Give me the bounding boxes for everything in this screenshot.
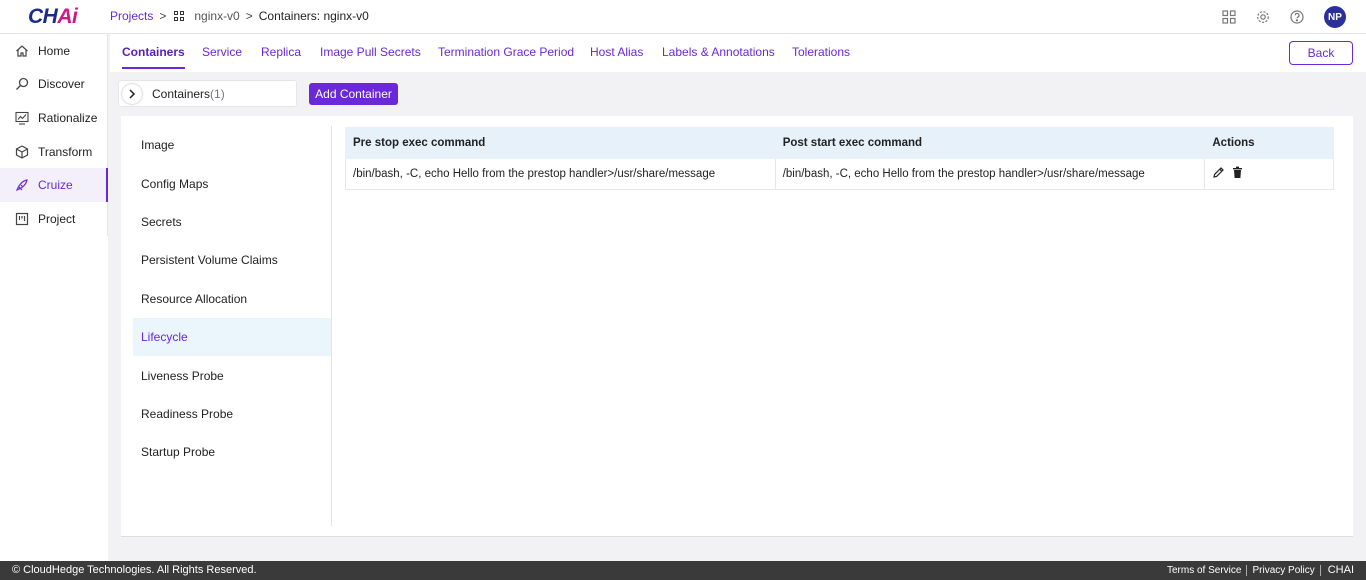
project-icon — [14, 211, 30, 227]
sidebar-item-home[interactable]: Home — [0, 34, 107, 68]
edit-icon[interactable] — [1212, 166, 1225, 179]
sidebar-item-project[interactable]: Project — [0, 202, 107, 236]
sidebar-item-label: Discover — [38, 77, 85, 92]
tab-image-pull-secrets[interactable]: Image Pull Secrets — [320, 45, 421, 59]
column-header-actions: Actions — [1204, 127, 1334, 159]
menu-item-resource-allocation[interactable]: Resource Allocation — [133, 280, 331, 318]
back-button[interactable]: Back — [1289, 41, 1353, 65]
container-selector-label: Containers(1) — [152, 87, 225, 101]
footer-brand: CHAI — [1327, 564, 1354, 576]
copyright-text: © CloudHedge Technologies. All Rights Re… — [12, 564, 257, 576]
home-icon — [14, 43, 30, 59]
table-header-row: Pre stop exec command Post start exec co… — [345, 127, 1334, 159]
breadcrumb-current: Containers: nginx-v0 — [258, 9, 369, 23]
menu-item-readiness-probe[interactable]: Readiness Probe — [133, 395, 331, 433]
transform-icon — [14, 144, 30, 160]
sidebar-item-label: Rationalize — [38, 110, 98, 125]
tab-service[interactable]: Service — [202, 45, 242, 59]
tab-bar: Containers Service Replica Image Pull Se… — [110, 34, 1366, 72]
container-config-menu: Image Config Maps Secrets Persistent Vol… — [133, 126, 332, 526]
breadcrumb-project[interactable]: nginx-v0 — [194, 9, 239, 23]
containers-label: Containers — [152, 86, 211, 101]
breadcrumb: Projects > nginx-v0 > Containers: nginx-… — [110, 9, 369, 23]
menu-item-lifecycle[interactable]: Lifecycle — [133, 317, 331, 357]
sidebar-item-cruize[interactable]: Cruize — [0, 168, 108, 202]
sidebar-item-rationalize[interactable]: Rationalize — [0, 101, 107, 135]
privacy-policy-link[interactable]: Privacy Policy — [1247, 565, 1319, 576]
cruize-icon — [14, 177, 30, 193]
containers-count: (1) — [210, 86, 225, 101]
menu-item-secrets[interactable]: Secrets — [133, 203, 331, 241]
breadcrumb-projects[interactable]: Projects — [110, 9, 153, 23]
sidebar-item-label: Project — [38, 211, 76, 226]
tab-tolerations[interactable]: Tolerations — [792, 45, 850, 59]
logo-main: CH — [28, 5, 58, 28]
column-header-post-start: Post start exec command — [774, 127, 1206, 159]
menu-item-startup-probe[interactable]: Startup Probe — [133, 433, 331, 471]
gear-icon[interactable] — [1256, 10, 1270, 24]
chai-logo[interactable]: CHAi — [28, 5, 78, 29]
column-header-pre-stop: Pre stop exec command — [345, 127, 776, 159]
avatar[interactable]: NP — [1324, 6, 1346, 28]
tab-labels-annotations[interactable]: Labels & Annotations — [662, 45, 775, 59]
footer: © CloudHedge Technologies. All Rights Re… — [0, 561, 1366, 580]
menu-item-liveness-probe[interactable]: Liveness Probe — [133, 356, 331, 394]
table-row: /bin/bash, -C, echo Hello from the prest… — [345, 158, 1334, 190]
sidebar-background — [0, 236, 108, 562]
actions-cell — [1204, 158, 1334, 190]
discover-icon — [14, 76, 30, 92]
tab-containers[interactable]: Containers — [122, 45, 185, 69]
tab-replica[interactable]: Replica — [261, 45, 301, 59]
sidebar-item-transform[interactable]: Transform — [0, 135, 107, 169]
container-selector[interactable]: Containers(1) — [118, 80, 297, 107]
terms-of-service-link[interactable]: Terms of Service — [1162, 565, 1246, 576]
menu-item-config-maps[interactable]: Config Maps — [133, 164, 331, 202]
lifecycle-table: Pre stop exec command Post start exec co… — [345, 127, 1334, 190]
sidebar-item-label: Transform — [38, 144, 93, 159]
menu-item-image[interactable]: Image — [133, 126, 331, 164]
help-icon[interactable] — [1290, 10, 1304, 24]
sidebar-item-label: Cruize — [38, 178, 73, 193]
chevron-right-icon[interactable] — [122, 83, 142, 104]
sidebar-item-label: Home — [38, 43, 71, 58]
top-header: CHAi Projects > nginx-v0 > Containers: n… — [0, 0, 1366, 34]
menu-item-persistent-volume-claims[interactable]: Persistent Volume Claims — [133, 241, 331, 279]
tab-termination-grace-period[interactable]: Termination Grace Period — [438, 45, 574, 59]
footer-links: Terms of Service Privacy Policy CHAI — [1162, 564, 1354, 576]
header-actions: NP — [1222, 6, 1346, 28]
grid-icon — [174, 11, 185, 21]
sidebar: Home Discover Rationalize Transform Crui… — [0, 34, 108, 236]
breadcrumb-separator: > — [245, 9, 253, 23]
add-container-button[interactable]: Add Container — [309, 83, 398, 105]
breadcrumb-separator: > — [159, 9, 167, 23]
delete-icon[interactable] — [1231, 166, 1244, 179]
tab-host-alias[interactable]: Host Alias — [590, 45, 643, 59]
logo-accent: Ai — [57, 5, 78, 28]
post-start-command-cell: /bin/bash, -C, echo Hello from the prest… — [774, 158, 1206, 190]
container-detail-panel: Image Config Maps Secrets Persistent Vol… — [121, 116, 1353, 537]
sidebar-item-discover[interactable]: Discover — [0, 68, 107, 102]
apps-grid-icon[interactable] — [1222, 10, 1236, 24]
pre-stop-command-cell: /bin/bash, -C, echo Hello from the prest… — [345, 158, 776, 190]
rationalize-icon — [14, 110, 30, 126]
